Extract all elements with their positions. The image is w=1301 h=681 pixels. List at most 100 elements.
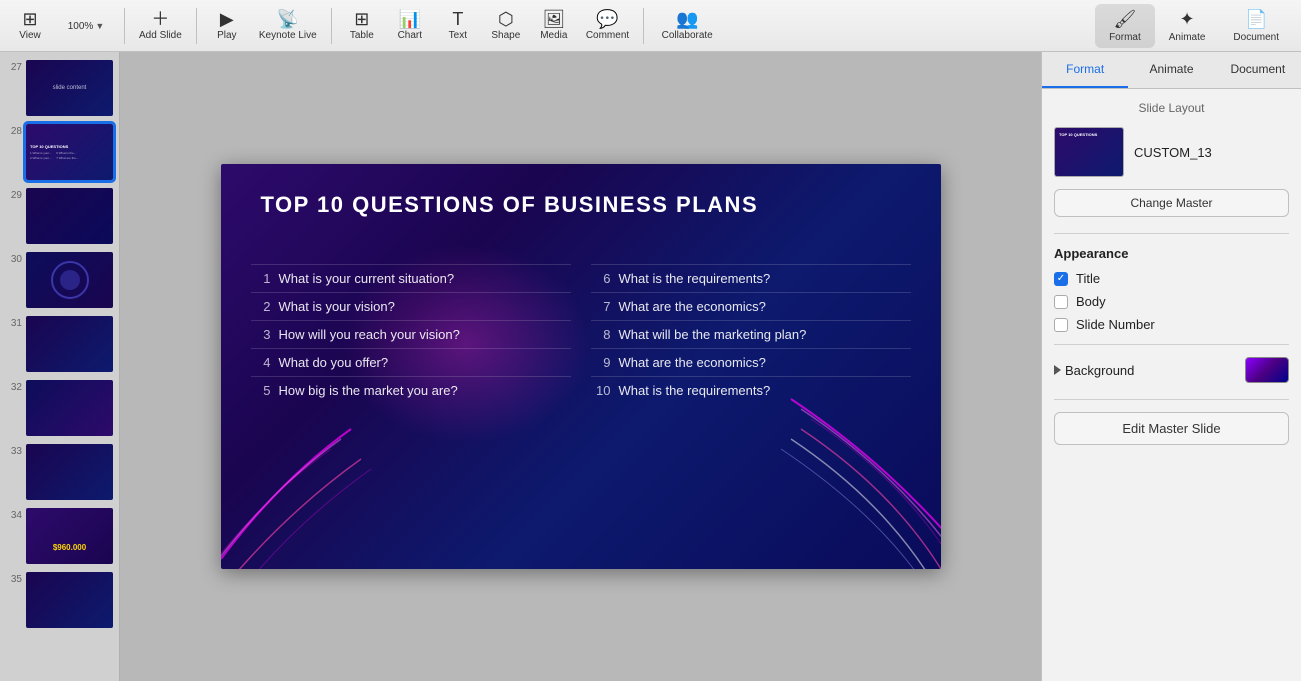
toolbar: ⊞ View 100% ▼ ＋ Add Slide ▶ Play 📡 Keyno… [0, 0, 1301, 52]
item-number: 7 [591, 299, 611, 314]
add-slide-icon: ＋ [151, 10, 169, 28]
item-text: What is the requirements? [619, 271, 771, 286]
item-text: What is your current situation? [279, 271, 455, 286]
thumb-content [68, 340, 72, 348]
slide-thumbnail [26, 252, 113, 308]
thumb-content [68, 468, 72, 476]
body-checkbox[interactable] [1054, 295, 1068, 309]
background-triangle-icon [1054, 365, 1061, 375]
tab-format[interactable]: 🖌 Format [1095, 4, 1155, 48]
play-button[interactable]: ▶ Play [205, 4, 249, 48]
panel-tabs: Format Animate Document [1042, 52, 1301, 89]
tab-document[interactable]: 📄 Document [1219, 4, 1293, 48]
add-slide-label: Add Slide [139, 30, 182, 41]
background-swatch[interactable] [1245, 357, 1289, 383]
media-icon: 🖼 [542, 10, 565, 28]
view-icon: ⊞ [22, 10, 37, 28]
layout-thumbnail: TOP 10 QUESTIONS [1054, 127, 1124, 177]
item-number: 6 [591, 271, 611, 286]
play-label: Play [217, 30, 236, 41]
format-icon: 🖌 [1113, 9, 1136, 30]
comment-button[interactable]: 💬 Comment [580, 4, 635, 48]
document-icon: 📄 [1245, 9, 1267, 30]
zoom-button[interactable]: 100% ▼ [56, 4, 116, 48]
list-item: 1 What is your current situation? [251, 264, 571, 292]
thumb-content [68, 596, 72, 604]
layout-name: CUSTOM_13 [1134, 145, 1212, 160]
list-item: 10 What is the requirements? [591, 376, 911, 404]
list-item: 5 How big is the market you are? [251, 376, 571, 404]
keynote-live-label: Keynote Live [259, 30, 317, 41]
slide-item[interactable]: 29 [0, 184, 119, 248]
title-label: Title [1076, 271, 1100, 286]
slide-thumbnail [26, 444, 113, 500]
slide-item[interactable]: 35 [0, 568, 119, 632]
thumb-content [68, 404, 72, 412]
item-number: 9 [591, 355, 611, 370]
text-button[interactable]: T Text [436, 4, 480, 48]
list-item: 9 What are the economics? [591, 348, 911, 376]
animate-tab-text: Animate [1149, 62, 1193, 76]
item-text: What is the requirements? [619, 383, 771, 398]
zoom-chevron-icon: ▼ [95, 21, 104, 31]
change-master-button[interactable]: Change Master [1054, 189, 1289, 217]
right-panel: Format Animate Document Slide Layout TOP… [1041, 52, 1301, 681]
add-slide-button[interactable]: ＋ Add Slide [133, 4, 188, 48]
list-item: 3 How will you reach your vision? [251, 320, 571, 348]
document-tab-label: Document [1233, 32, 1279, 43]
slide-item[interactable]: 33 [0, 440, 119, 504]
thumb-content [68, 212, 72, 220]
text-icon: T [452, 10, 463, 28]
title-checkbox[interactable] [1054, 272, 1068, 286]
change-master-label: Change Master [1130, 196, 1212, 210]
item-number: 2 [251, 299, 271, 314]
animate-tab-label: Animate [1169, 32, 1206, 43]
divider-3 [1054, 399, 1289, 400]
slide-number: 30 [6, 252, 22, 265]
list-item: 6 What is the requirements? [591, 264, 911, 292]
slide-thumbnail [26, 380, 113, 436]
background-label: Background [1065, 363, 1134, 378]
slide-number-checkbox[interactable] [1054, 318, 1068, 332]
media-button[interactable]: 🖼 Media [532, 4, 576, 48]
panel-tab-animate[interactable]: Animate [1128, 52, 1214, 88]
tab-animate[interactable]: ✦ Animate [1155, 4, 1220, 48]
table-label: Table [350, 30, 374, 41]
slide-thumbnail: slide content [26, 60, 113, 116]
shape-button[interactable]: ⬡ Shape [484, 4, 528, 48]
slide-item[interactable]: 34 $960.000 [0, 504, 119, 568]
sep-2 [196, 8, 197, 44]
slide-item[interactable]: 31 [0, 312, 119, 376]
background-label-wrapper: Background [1054, 363, 1134, 378]
item-number: 10 [591, 383, 611, 398]
panel-tab-format[interactable]: Format [1042, 52, 1128, 88]
chart-label: Chart [398, 30, 422, 41]
slide-item[interactable]: 32 [0, 376, 119, 440]
item-text: What do you offer? [279, 355, 389, 370]
slide-thumbnail [26, 572, 113, 628]
panel-tab-document[interactable]: Document [1215, 52, 1301, 88]
slide-item[interactable]: 28 TOP 10 QUESTIONS 1 What is your... 6 … [0, 120, 119, 184]
table-button[interactable]: ⊞ Table [340, 4, 384, 48]
keynote-live-icon: 📡 [277, 10, 299, 28]
divider-1 [1054, 233, 1289, 234]
item-text: What are the economics? [619, 355, 766, 370]
slide-number: 33 [6, 444, 22, 457]
shape-label: Shape [491, 30, 520, 41]
thumb-content: slide content [51, 81, 89, 95]
slide-item[interactable]: 27 slide content [0, 56, 119, 120]
slide-panel: 27 slide content 28 TOP 10 QUESTIONS 1 W… [0, 52, 120, 681]
collaborate-button[interactable]: 👥 Collaborate [652, 4, 722, 48]
slide-number-label: Slide Number [1076, 317, 1155, 332]
slide-item[interactable]: 30 [0, 248, 119, 312]
view-button[interactable]: ⊞ View [8, 4, 52, 48]
list-item: 4 What do you offer? [251, 348, 571, 376]
canvas-area[interactable]: TOP 10 QUESTIONS OF BUSINESS PLANS 1 Wha… [120, 52, 1041, 681]
collaborate-label: Collaborate [662, 30, 713, 41]
item-text: What are the economics? [619, 299, 766, 314]
chart-button[interactable]: 📊 Chart [388, 4, 432, 48]
keynote-live-button[interactable]: 📡 Keynote Live [253, 4, 323, 48]
item-text: How big is the market you are? [279, 383, 458, 398]
edit-master-button[interactable]: Edit Master Slide [1054, 412, 1289, 445]
background-section: Background [1054, 357, 1289, 383]
